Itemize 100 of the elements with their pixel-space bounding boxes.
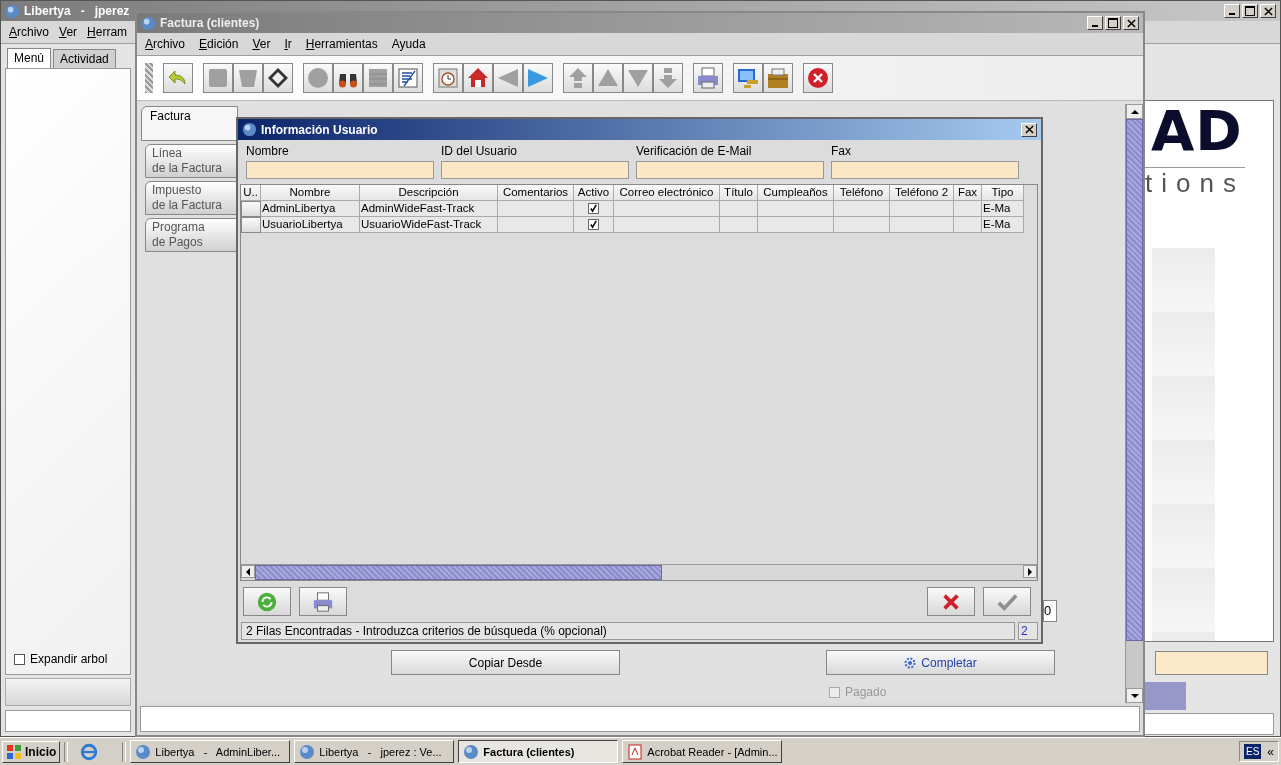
undo-button[interactable]: [163, 63, 193, 93]
browser-icon[interactable]: [80, 742, 99, 761]
table-cell: [890, 217, 954, 233]
menu-item[interactable]: Archivo: [145, 37, 186, 51]
row-header[interactable]: [241, 201, 261, 217]
input-field[interactable]: [1155, 651, 1268, 675]
ok-button[interactable]: [983, 587, 1031, 616]
column-header[interactable]: Teléfono 2: [890, 185, 954, 201]
menu-item[interactable]: Ver: [252, 37, 271, 51]
minimize-button[interactable]: [1224, 4, 1240, 18]
globe-icon: [299, 743, 316, 760]
tray-expand-button[interactable]: «: [1267, 744, 1274, 759]
logo-mark: AD: [1151, 101, 1243, 161]
field-label: ID del Usuario: [441, 144, 519, 159]
menu-item[interactable]: Archivo: [9, 25, 50, 39]
find-button[interactable]: [333, 63, 363, 93]
save-button[interactable]: [263, 63, 293, 93]
column-header[interactable]: Teléfono: [834, 185, 890, 201]
tab[interactable]: Menú: [7, 48, 52, 68]
up-arrow-icon[interactable]: [1130, 107, 1139, 116]
menu-item[interactable]: Edición: [199, 37, 239, 51]
logo-text: tions: [1145, 170, 1245, 196]
archive-button[interactable]: [763, 63, 793, 93]
column-header[interactable]: Nombre: [261, 185, 360, 201]
table-cell: E-Ma: [982, 201, 1024, 217]
copy-button[interactable]: Copiar Desde: [391, 650, 620, 675]
column-header[interactable]: Fax: [954, 185, 982, 201]
input-field[interactable]: [636, 161, 824, 179]
toolbar-grip[interactable]: [145, 63, 153, 93]
side-tab[interactable]: Factura: [141, 106, 238, 141]
refresh-button[interactable]: [243, 587, 291, 616]
taskbar-button[interactable]: Factura (clientes): [458, 740, 619, 763]
flag-icon: [6, 743, 22, 760]
menu-item[interactable]: Herramientas: [305, 37, 378, 51]
progress-block: [1144, 682, 1186, 710]
maximize-button[interactable]: [1242, 4, 1258, 18]
checkbox-label: Pagado: [845, 685, 887, 699]
field-label: Nombre: [246, 144, 290, 159]
globe-icon: [242, 122, 257, 137]
menu-item[interactable]: Ver: [59, 25, 78, 39]
menu-item[interactable]: Ir: [284, 37, 292, 51]
taskbar-button[interactable]: Acrobat Reader - [Admin...: [622, 740, 783, 763]
row-header[interactable]: [241, 217, 261, 233]
side-tab[interactable]: Programa de Pagos: [145, 218, 238, 252]
next-button[interactable]: [523, 63, 553, 93]
table-cell: [890, 201, 954, 217]
taskbar-button[interactable]: Libertya - jperez : Ve...: [294, 740, 455, 763]
globe-icon: [463, 743, 480, 760]
complete-button[interactable]: Completar: [826, 650, 1055, 675]
exit-button[interactable]: [803, 63, 833, 93]
horizontal-scrollbar[interactable]: [241, 564, 1037, 580]
table-cell: [720, 217, 758, 233]
left-arrow-icon[interactable]: [244, 567, 252, 576]
cancel-button[interactable]: [927, 587, 975, 616]
column-header[interactable]: Correo electrónico: [614, 185, 720, 201]
start-button[interactable]: Inicio: [2, 740, 61, 763]
close-icon: [806, 66, 830, 90]
checkbox[interactable]: [14, 653, 25, 665]
down-arrow-icon[interactable]: [1130, 691, 1139, 700]
vertical-scrollbar[interactable]: [1125, 104, 1143, 703]
side-tab[interactable]: Línea de la Factura: [145, 144, 238, 178]
column-header[interactable]: Cumpleaños: [758, 185, 834, 201]
checkbox-label: Expandir arbol: [30, 652, 108, 666]
circle-icon: [306, 66, 330, 90]
history-button[interactable]: [433, 63, 463, 93]
home-button[interactable]: [463, 63, 493, 93]
column-header[interactable]: Activo: [574, 185, 614, 201]
input-field[interactable]: [441, 161, 629, 179]
number-field[interactable]: 0: [1043, 600, 1057, 622]
right-arrow-icon[interactable]: [1026, 567, 1034, 576]
field-label: Fax: [831, 144, 852, 159]
taskbar-button[interactable]: Libertya - AdminLiber...: [130, 740, 291, 763]
input-field[interactable]: [831, 161, 1019, 179]
column-header[interactable]: Comentarios: [498, 185, 574, 201]
close-button[interactable]: [1021, 122, 1037, 137]
input-field[interactable]: [246, 161, 434, 179]
column-header[interactable]: Tipo: [982, 185, 1024, 201]
table-cell: UsuarioLibertya: [261, 217, 360, 233]
checkbox[interactable]: [588, 203, 599, 214]
tab[interactable]: Actividad: [53, 49, 116, 68]
maximize-button[interactable]: [1105, 16, 1121, 30]
column-header[interactable]: Descripción: [360, 185, 498, 201]
menu-item[interactable]: Herram: [87, 25, 128, 39]
checkbox[interactable]: [588, 219, 599, 230]
status-text: 2 Filas Encontradas - Introduzca criterios de búsqueda (% opcional): [241, 622, 1015, 640]
close-button[interactable]: [1260, 4, 1276, 18]
close-button[interactable]: [1123, 16, 1139, 30]
menu-item[interactable]: Ayuda: [391, 37, 426, 51]
export-button[interactable]: [733, 63, 763, 93]
column-header[interactable]: Título: [720, 185, 758, 201]
side-tab[interactable]: Impuesto de la Factura: [145, 181, 238, 215]
language-indicator[interactable]: ES: [1243, 744, 1262, 759]
column-header[interactable]: U..: [241, 185, 261, 201]
right-triangle-icon: [526, 66, 550, 90]
minimize-button[interactable]: [1087, 16, 1103, 30]
row-count: 2: [1018, 622, 1038, 640]
print-button[interactable]: [693, 63, 723, 93]
print-button[interactable]: [299, 587, 347, 616]
report-button[interactable]: [393, 63, 423, 93]
table-cell: UsuarioWideFast-Track: [360, 217, 498, 233]
